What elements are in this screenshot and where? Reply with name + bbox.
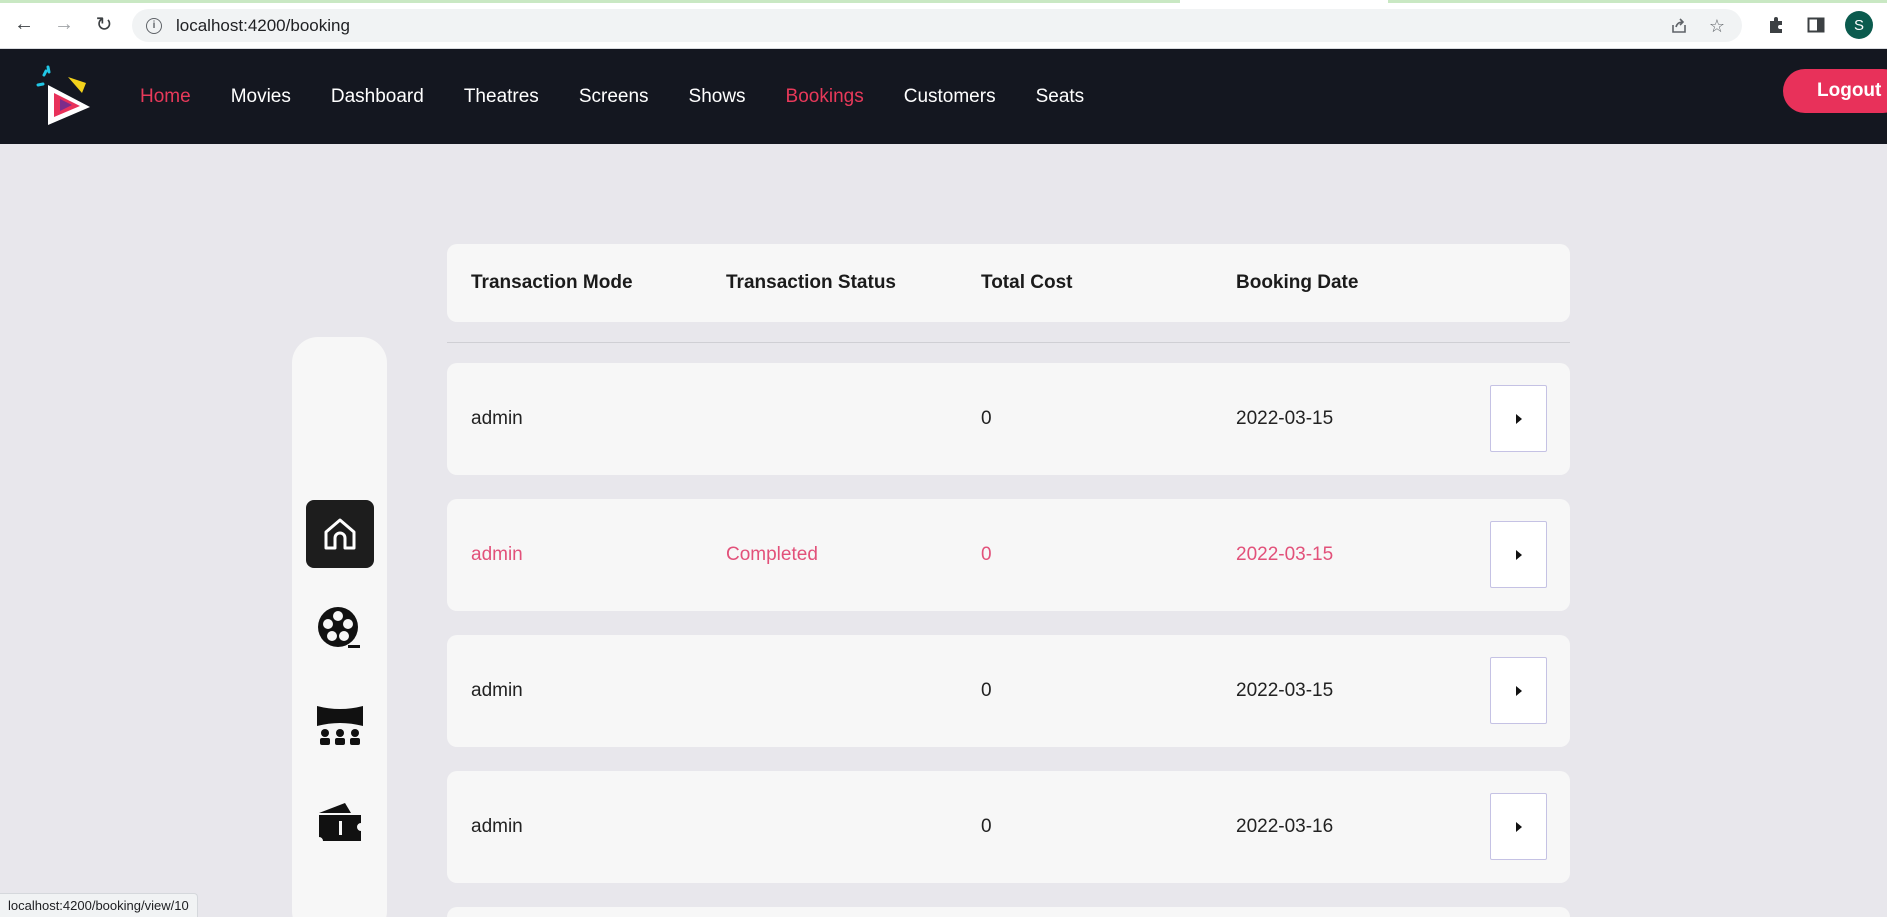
caret-right-icon	[1515, 821, 1522, 832]
app-navbar: Home Movies Dashboard Theatres Screens S…	[0, 49, 1887, 144]
sidebar	[292, 337, 387, 917]
nav-bookings[interactable]: Bookings	[786, 86, 864, 108]
side-panel-icon[interactable]	[1805, 14, 1827, 36]
caret-right-icon	[1515, 413, 1522, 424]
header-transaction-status: Transaction Status	[726, 272, 896, 293]
film-reel-icon	[318, 607, 360, 648]
header-transaction-mode: Transaction Mode	[471, 272, 633, 293]
sidebar-item-home[interactable]	[306, 500, 374, 568]
nav-theatres[interactable]: Theatres	[464, 86, 539, 108]
address-url[interactable]: localhost:4200/booking	[176, 16, 350, 36]
table-row[interactable]: admin Completed 0 2022-03-15	[447, 499, 1570, 611]
link-preview-status: localhost:4200/booking/view/10	[0, 893, 198, 917]
main-navigation: Home Movies Dashboard Theatres Screens S…	[140, 49, 1124, 144]
nav-seats[interactable]: Seats	[1036, 86, 1085, 108]
table-row[interactable]: admin 0 2022-03-15	[447, 635, 1570, 747]
cell-total-cost: 0	[981, 544, 992, 565]
caret-right-icon	[1515, 549, 1522, 560]
nav-customers[interactable]: Customers	[904, 86, 996, 108]
cell-total-cost: 0	[981, 816, 992, 837]
nav-home[interactable]: Home	[140, 86, 191, 108]
cell-booking-date: 2022-03-16	[1236, 816, 1334, 837]
view-booking-button[interactable]	[1490, 385, 1547, 452]
forward-arrow-icon[interactable]: →	[50, 10, 78, 38]
ticket-icon	[319, 803, 361, 841]
cell-transaction-mode: admin	[471, 408, 523, 429]
address-bar[interactable]: i localhost:4200/booking ☆	[132, 9, 1742, 42]
profile-avatar[interactable]: S	[1845, 11, 1873, 39]
back-arrow-icon[interactable]: ←	[10, 10, 38, 38]
cell-transaction-mode: admin	[471, 816, 523, 837]
home-icon	[324, 518, 356, 550]
reload-icon[interactable]: ↻	[90, 10, 118, 38]
table-row-partial[interactable]	[447, 907, 1570, 917]
table-divider	[447, 342, 1570, 343]
cell-transaction-status: Completed	[726, 544, 818, 565]
cell-total-cost: 0	[981, 408, 992, 429]
cell-booking-date: 2022-03-15	[1236, 680, 1334, 701]
view-booking-button[interactable]	[1490, 657, 1547, 724]
view-booking-button[interactable]	[1490, 521, 1547, 588]
sidebar-item-theatres[interactable]	[306, 692, 374, 760]
cell-transaction-mode: admin	[471, 680, 523, 701]
nav-shows[interactable]: Shows	[689, 86, 746, 108]
nav-movies[interactable]: Movies	[231, 86, 291, 108]
site-info-icon[interactable]: i	[146, 17, 162, 34]
view-booking-button[interactable]	[1490, 793, 1547, 860]
bookmark-star-icon[interactable]: ☆	[1706, 15, 1728, 37]
nav-screens[interactable]: Screens	[579, 86, 649, 108]
sidebar-item-movies[interactable]	[306, 595, 374, 663]
header-booking-date: Booking Date	[1236, 272, 1359, 293]
app-logo[interactable]	[34, 63, 102, 129]
nav-dashboard[interactable]: Dashboard	[331, 86, 424, 108]
browser-toolbar: ← → ↻ i localhost:4200/booking ☆ S	[0, 0, 1887, 49]
cell-total-cost: 0	[981, 680, 992, 701]
bookings-table-header: Transaction Mode Transaction Status Tota…	[447, 244, 1570, 322]
share-icon[interactable]	[1668, 15, 1690, 37]
extensions-puzzle-icon[interactable]	[1765, 14, 1787, 36]
header-total-cost: Total Cost	[981, 272, 1073, 293]
caret-right-icon	[1515, 685, 1522, 696]
logout-button[interactable]: Logout	[1783, 69, 1887, 113]
cell-booking-date: 2022-03-15	[1236, 408, 1334, 429]
cell-transaction-mode: admin	[471, 544, 523, 565]
sidebar-item-bookings[interactable]	[306, 789, 374, 857]
cell-booking-date: 2022-03-15	[1236, 544, 1334, 565]
table-row[interactable]: admin 0 2022-03-15	[447, 363, 1570, 475]
theatre-screen-icon	[317, 706, 363, 745]
page-load-progress	[0, 0, 1887, 3]
table-row[interactable]: admin 0 2022-03-16	[447, 771, 1570, 883]
